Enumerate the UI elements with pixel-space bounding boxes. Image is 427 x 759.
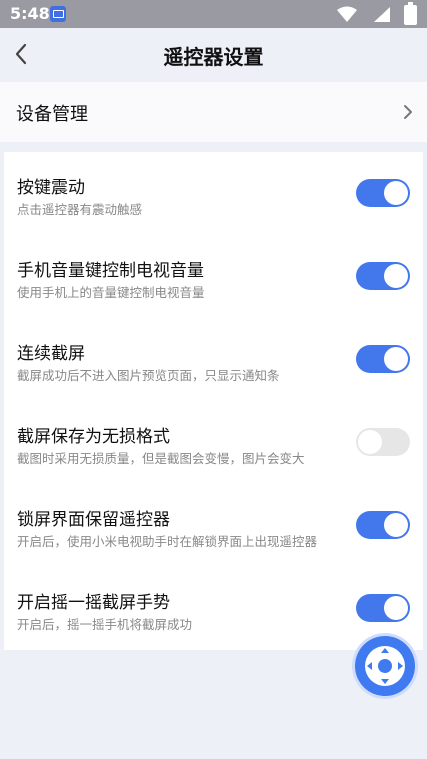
status-time: 5:48 [10, 4, 50, 23]
toggle-volume-keys[interactable] [356, 262, 410, 290]
toggle-shake-screenshot[interactable] [356, 594, 410, 622]
signal-icon [374, 7, 390, 22]
setting-title: 锁屏界面保留遥控器 [17, 510, 170, 530]
toggle-lossless[interactable] [356, 428, 410, 456]
setting-description: 截图时采用无损质量，但是截图会变慢，图片会变大 [17, 451, 305, 466]
toggle-key-vibration[interactable] [356, 179, 410, 207]
header: 遥控器设置 [0, 28, 427, 82]
floating-remote-button[interactable] [355, 636, 415, 696]
toggle-knob [384, 264, 408, 288]
toggle-knob [384, 181, 408, 205]
setting-description: 截屏成功后不进入图片预览页面，只显示通知条 [17, 368, 280, 383]
setting-title: 截屏保存为无损格式 [17, 427, 170, 447]
setting-description: 开启后，摇一摇手机将截屏成功 [17, 617, 193, 632]
setting-title: 手机音量键控制电视音量 [17, 261, 204, 281]
setting-row-continuous-screenshot: 连续截屏 截屏成功后不进入图片预览页面，只显示通知条 [4, 318, 423, 401]
toggle-knob [384, 513, 408, 537]
setting-row-lockscreen-remote: 锁屏界面保留遥控器 开启后，使用小米电视助手时在解锁界面上出现遥控器 [4, 484, 423, 567]
dpad-remote-icon [365, 646, 405, 686]
device-management-label: 设备管理 [16, 104, 88, 125]
setting-title: 开启摇一摇截屏手势 [17, 593, 170, 613]
chevron-right-icon [404, 105, 412, 119]
battery-charging-icon [404, 2, 417, 25]
setting-row-lossless: 截屏保存为无损格式 截图时采用无损质量，但是截图会变慢，图片会变大 [4, 401, 423, 484]
setting-row-key-vibration: 按键震动 点击遥控器有震动触感 [4, 152, 423, 235]
setting-title: 连续截屏 [17, 344, 85, 364]
status-bar: 5:48 [0, 0, 427, 28]
toggle-knob [384, 347, 408, 371]
setting-description: 使用手机上的音量键控制电视音量 [17, 285, 205, 300]
toggle-knob [384, 596, 408, 620]
notification-icon [50, 6, 66, 22]
setting-row-volume-keys: 手机音量键控制电视音量 使用手机上的音量键控制电视音量 [4, 235, 423, 318]
setting-title: 按键震动 [17, 178, 85, 198]
page-title: 遥控器设置 [163, 45, 264, 69]
device-management-item[interactable]: 设备管理 [0, 82, 427, 142]
settings-card: 按键震动 点击遥控器有震动触感 手机音量键控制电视音量 使用手机上的音量键控制电… [4, 152, 423, 650]
toggle-knob [358, 430, 382, 454]
setting-description: 开启后，使用小米电视助手时在解锁界面上出现遥控器 [17, 534, 318, 549]
wifi-icon [337, 6, 357, 22]
toggle-continuous-screenshot[interactable] [356, 345, 410, 373]
setting-description: 点击遥控器有震动触感 [17, 202, 143, 217]
toggle-lockscreen-remote[interactable] [356, 511, 410, 539]
